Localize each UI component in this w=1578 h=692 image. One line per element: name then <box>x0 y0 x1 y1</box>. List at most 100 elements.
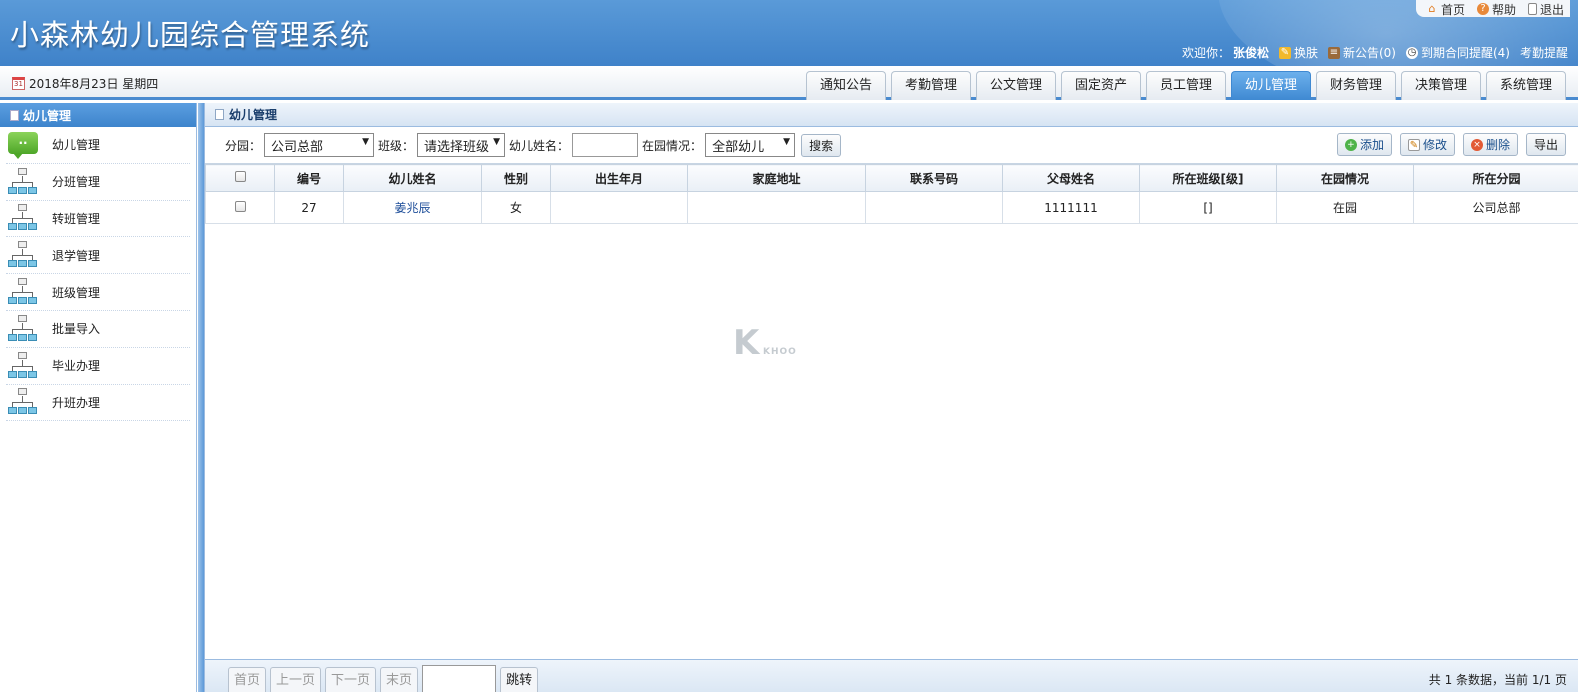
page-jump-input[interactable] <box>422 665 497 692</box>
delete-icon: × <box>1470 138 1483 151</box>
table-cell <box>550 191 688 224</box>
table-cell <box>687 191 866 224</box>
column-header[interactable]: 联系号码 <box>865 164 1003 192</box>
table-row[interactable]: 27 姜兆辰 女 1111111 [] 在园 公司总部 <box>205 191 1578 224</box>
row-checkbox[interactable] <box>234 200 246 212</box>
sidebar-item-class-transfer[interactable]: 转班管理 <box>6 201 190 238</box>
home-link[interactable]: ⌂ 首页 <box>1426 1 1465 17</box>
prev-page-button[interactable]: 上一页 <box>270 667 322 692</box>
tab-fixed-assets[interactable]: 固定资产 <box>1061 71 1141 100</box>
sidebar-item-label: 转班管理 <box>52 211 101 226</box>
help-link[interactable]: ? 帮助 <box>1476 1 1516 17</box>
column-header[interactable]: 家庭地址 <box>687 164 866 192</box>
branch-select[interactable]: 公司总部 ▼ <box>264 133 375 157</box>
skin-link[interactable]: ✎ 换肤 <box>1278 44 1318 61</box>
sidebar-item-withdrawal[interactable]: 退学管理 <box>6 237 190 275</box>
calendar-icon: 31 <box>12 77 25 90</box>
filter-bar: 分园： 公司总部 ▼ 班级： 请选择班级 ▼ 幼儿姓名： 在园情况： 全部幼儿 … <box>205 127 1578 164</box>
status-select[interactable]: 全部幼儿 ▼ <box>705 133 796 157</box>
delete-button[interactable]: × 删除 <box>1462 133 1518 156</box>
table-cell: [] <box>1139 191 1277 224</box>
sidebar-item-label: 班级管理 <box>52 285 101 300</box>
tab-decision[interactable]: 决策管理 <box>1401 71 1481 100</box>
exit-icon <box>1527 3 1537 15</box>
column-header[interactable]: 在园情况 <box>1276 164 1414 192</box>
export-button[interactable]: 导出 <box>1525 133 1566 156</box>
edit-label: 修改 <box>1422 138 1447 152</box>
table-cell: 27 <box>274 191 344 224</box>
tab-staff[interactable]: 员工管理 <box>1146 71 1226 100</box>
table-cell: 女 <box>481 191 551 224</box>
column-header[interactable]: 所在分园 <box>1413 164 1578 192</box>
select-all-checkbox[interactable] <box>234 171 246 182</box>
child-name-input[interactable] <box>572 133 639 157</box>
app-header: 小森林幼儿园综合管理系统 ⌂ 首页 ? 帮助 退出 欢迎你： 张俊松 ✎ 换肤 ≡… <box>0 0 1578 66</box>
last-page-button[interactable]: 末页 <box>380 667 419 692</box>
main-title-bar: 幼儿管理 <box>205 103 1578 127</box>
contract-reminder-link[interactable]: ◷ 到期合同提醒(4) <box>1405 44 1510 61</box>
first-page-button[interactable]: 首页 <box>228 667 267 692</box>
search-button[interactable]: 搜索 <box>801 133 842 157</box>
attendance-reminder-label: 考勤提醒 <box>1519 46 1568 60</box>
user-bar: 欢迎你： 张俊松 ✎ 换肤 ≡ 新公告(0) ◷ 到期合同提醒(4) 考勤提醒 <box>1182 44 1568 61</box>
column-header[interactable]: 编号 <box>274 164 344 192</box>
column-header[interactable]: 出生年月 <box>550 164 688 192</box>
sidebar-item-batch-import[interactable]: 批量导入 <box>6 311 190 348</box>
sidebar-item-class-management[interactable]: 班级管理 <box>6 274 190 311</box>
tab-documents[interactable]: 公文管理 <box>976 71 1056 100</box>
column-header[interactable]: 性别 <box>481 164 551 192</box>
help-label: 帮助 <box>1491 2 1516 17</box>
add-button[interactable]: + 添加 <box>1336 133 1392 156</box>
sidebar: 幼儿管理 ·· 幼儿管理 分班管理 转班管理 退学管理 班级管理 批量导入 毕业… <box>0 103 197 692</box>
org-tree-icon <box>6 203 40 233</box>
tab-attendance[interactable]: 考勤管理 <box>891 71 971 100</box>
class-label: 班级： <box>378 138 415 153</box>
sidebar-item-label: 分班管理 <box>52 175 101 190</box>
tab-finance[interactable]: 财务管理 <box>1316 71 1396 100</box>
sidebar-item-label: 升班办理 <box>52 395 101 410</box>
chat-icon: ·· <box>6 130 40 160</box>
edit-button[interactable]: ✎ 修改 <box>1399 133 1455 156</box>
dropdown-arrow-icon: ▼ <box>362 137 370 147</box>
jump-button[interactable]: 跳转 <box>500 667 539 692</box>
table-header-row: 编号 幼儿姓名 性别 出生年月 家庭地址 联系号码 父母姓名 所在班级[级] 在… <box>205 164 1578 192</box>
sidebar-item-label: 幼儿管理 <box>52 138 101 153</box>
table-cell: 1111111 <box>1002 191 1140 224</box>
table-cell <box>865 191 1003 224</box>
exit-label: 退出 <box>1539 2 1564 17</box>
clock-icon: ◷ <box>1405 46 1418 59</box>
column-header[interactable]: 幼儿姓名 <box>343 164 482 192</box>
nav-bar: 31 2018年8月23日 星期四 通知公告 考勤管理 公文管理 固定资产 员工… <box>0 66 1578 100</box>
attendance-reminder-link[interactable]: 考勤提醒 <box>1520 44 1568 61</box>
skin-label: 换肤 <box>1293 46 1318 60</box>
home-icon: ⌂ <box>1428 2 1436 15</box>
exit-link[interactable]: 退出 <box>1527 1 1564 17</box>
child-name-link[interactable]: 姜兆辰 <box>343 191 482 224</box>
status-select-value: 全部幼儿 <box>712 139 765 155</box>
column-header[interactable]: 父母姓名 <box>1002 164 1140 192</box>
sidebar-item-graduation[interactable]: 毕业办理 <box>6 348 190 385</box>
delete-label: 删除 <box>1485 138 1510 152</box>
org-tree-icon <box>6 240 40 270</box>
sidebar-title: 幼儿管理 <box>0 103 196 127</box>
tab-notice[interactable]: 通知公告 <box>806 71 886 100</box>
sidebar-item-class-assign[interactable]: 分班管理 <box>6 164 190 201</box>
main-panel: 幼儿管理 分园： 公司总部 ▼ 班级： 请选择班级 ▼ 幼儿姓名： 在园情况： … <box>204 103 1578 692</box>
class-select[interactable]: 请选择班级 ▼ <box>417 133 506 157</box>
status-label: 在园情况： <box>642 138 703 153</box>
notice-link[interactable]: ≡ 新公告(0) <box>1327 44 1396 61</box>
sidebar-item-children[interactable]: ·· 幼儿管理 <box>6 127 190 164</box>
next-page-button[interactable]: 下一页 <box>325 667 377 692</box>
sidebar-item-promotion[interactable]: 升班办理 <box>6 385 190 422</box>
main-title: 幼儿管理 <box>229 108 278 122</box>
notice-label: 新公告(0) <box>1342 46 1396 60</box>
watermark-logo: K KHOO <box>733 323 829 367</box>
username: 张俊松 <box>1232 46 1269 60</box>
document-icon <box>10 109 19 121</box>
app-title: 小森林幼儿园综合管理系统 <box>10 18 371 52</box>
column-header[interactable]: 所在班级[级] <box>1139 164 1277 192</box>
branch-select-value: 公司总部 <box>271 139 324 155</box>
notice-icon: ≡ <box>1327 46 1340 59</box>
tab-system[interactable]: 系统管理 <box>1486 71 1566 100</box>
tab-children[interactable]: 幼儿管理 <box>1231 71 1311 100</box>
